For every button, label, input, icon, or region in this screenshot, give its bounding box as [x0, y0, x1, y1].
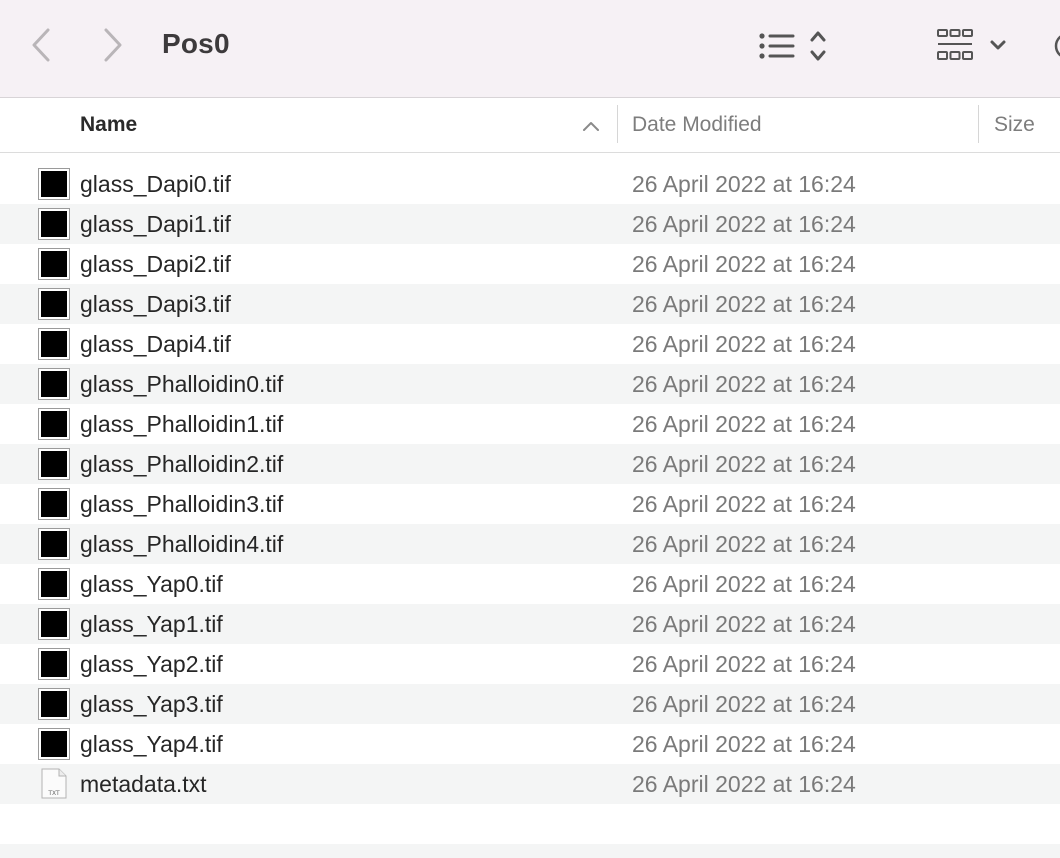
file-name: glass_Phalloidin2.tif	[80, 451, 284, 477]
file-row[interactable]: glass_Dapi2.tif 26 April 2022 at 16:24	[0, 244, 1060, 284]
file-row[interactable]: glass_Phalloidin1.tif 26 April 2022 at 16…	[0, 404, 1060, 444]
sort-ascending-icon[interactable]	[580, 115, 602, 137]
back-button[interactable]	[24, 26, 60, 64]
column-divider[interactable]	[978, 105, 979, 143]
file-date-modified: 26 April 2022 at 16:24	[632, 331, 856, 357]
image-file-icon	[38, 448, 70, 480]
image-file-icon	[38, 248, 70, 280]
toolbar: Pos0	[0, 0, 1060, 98]
file-date-modified: 26 April 2022 at 16:24	[632, 291, 856, 317]
image-file-icon	[38, 288, 70, 320]
file-name: glass_Dapi4.tif	[80, 331, 231, 357]
file-date-modified: 26 April 2022 at 16:24	[632, 171, 856, 197]
up-down-chevron-icon	[810, 31, 826, 61]
file-date-modified: 26 April 2022 at 16:24	[632, 211, 856, 237]
file-name: glass_Phalloidin0.tif	[80, 371, 284, 397]
empty-row	[0, 804, 1060, 844]
more-button[interactable]	[1052, 30, 1060, 62]
text-file-icon-label: TXT	[47, 790, 60, 797]
circle-icon	[1054, 35, 1060, 57]
file-row[interactable]: glass_Yap1.tif 26 April 2022 at 16:24	[0, 604, 1060, 644]
image-file-icon	[38, 208, 70, 240]
file-name: metadata.txt	[80, 771, 207, 797]
file-name: glass_Yap1.tif	[80, 611, 223, 637]
image-file-icon	[38, 528, 70, 560]
file-date-modified: 26 April 2022 at 16:24	[632, 411, 856, 437]
name-column-header[interactable]: Name	[80, 99, 137, 153]
image-file-icon	[38, 688, 70, 720]
image-file-icon	[38, 328, 70, 360]
file-date-modified: 26 April 2022 at 16:24	[632, 691, 856, 717]
file-date-modified: 26 April 2022 at 16:24	[632, 611, 856, 637]
column-divider[interactable]	[617, 105, 618, 143]
image-file-icon	[38, 488, 70, 520]
group-by-button[interactable]	[934, 24, 1014, 68]
file-date-modified: 26 April 2022 at 16:24	[632, 651, 856, 677]
size-column-header[interactable]: Size	[994, 99, 1035, 153]
file-date-modified: 26 April 2022 at 16:24	[632, 571, 856, 597]
file-date-modified: 26 April 2022 at 16:24	[632, 731, 856, 757]
file-name: glass_Dapi0.tif	[80, 171, 231, 197]
file-list: glass_Dapi0.tif 26 April 2022 at 16:24 gla…	[0, 164, 1060, 858]
text-file-icon: TXT	[41, 768, 67, 799]
file-row[interactable]: TXT metadata.txt 26 April 2022 at 16:24	[0, 764, 1060, 804]
file-date-modified: 26 April 2022 at 16:24	[632, 451, 856, 477]
image-file-icon	[38, 568, 70, 600]
view-options-button[interactable]	[756, 26, 836, 66]
file-date-modified: 26 April 2022 at 16:24	[632, 491, 856, 517]
file-row[interactable]: glass_Yap2.tif 26 April 2022 at 16:24	[0, 644, 1060, 684]
file-name: glass_Yap2.tif	[80, 651, 223, 677]
file-row[interactable]: glass_Phalloidin0.tif 26 April 2022 at 16…	[0, 364, 1060, 404]
column-header-row: Name Date Modified Size	[0, 99, 1060, 153]
file-date-modified: 26 April 2022 at 16:24	[632, 251, 856, 277]
file-name: glass_Dapi3.tif	[80, 291, 231, 317]
file-row[interactable]: glass_Dapi4.tif 26 April 2022 at 16:24	[0, 324, 1060, 364]
file-row[interactable]: glass_Dapi3.tif 26 April 2022 at 16:24	[0, 284, 1060, 324]
file-row[interactable]: glass_Dapi0.tif 26 April 2022 at 16:24	[0, 164, 1060, 204]
image-file-icon	[38, 648, 70, 680]
file-row[interactable]: glass_Phalloidin2.tif 26 April 2022 at 16…	[0, 444, 1060, 484]
image-file-icon	[38, 368, 70, 400]
file-date-modified: 26 April 2022 at 16:24	[632, 771, 856, 797]
file-date-modified: 26 April 2022 at 16:24	[632, 371, 856, 397]
file-name: glass_Yap4.tif	[80, 731, 223, 757]
file-date-modified: 26 April 2022 at 16:24	[632, 531, 856, 557]
file-name: glass_Phalloidin4.tif	[80, 531, 284, 557]
file-name: glass_Yap0.tif	[80, 571, 223, 597]
empty-row	[0, 844, 1060, 858]
chevron-down-icon	[990, 40, 1006, 50]
file-name: glass_Phalloidin1.tif	[80, 411, 284, 437]
image-file-icon	[38, 728, 70, 760]
chevron-left-icon	[32, 28, 50, 62]
window-title: Pos0	[162, 28, 230, 59]
file-row[interactable]: glass_Yap3.tif 26 April 2022 at 16:24	[0, 684, 1060, 724]
file-row[interactable]: glass_Phalloidin3.tif 26 April 2022 at 16…	[0, 484, 1060, 524]
image-file-icon	[38, 608, 70, 640]
file-name: glass_Phalloidin3.tif	[80, 491, 284, 517]
file-row[interactable]: glass_Yap0.tif 26 April 2022 at 16:24	[0, 564, 1060, 604]
file-row[interactable]: glass_Phalloidin4.tif 26 April 2022 at 16…	[0, 524, 1060, 564]
file-name: glass_Dapi1.tif	[80, 211, 231, 237]
image-file-icon	[38, 408, 70, 440]
date-modified-column-header[interactable]: Date Modified	[632, 99, 762, 153]
file-name: glass_Yap3.tif	[80, 691, 223, 717]
forward-button[interactable]	[96, 26, 132, 64]
image-file-icon	[38, 168, 70, 200]
icon-grid-icon	[937, 29, 973, 60]
file-name: glass_Dapi2.tif	[80, 251, 231, 277]
file-row[interactable]: glass_Dapi1.tif 26 April 2022 at 16:24	[0, 204, 1060, 244]
file-row[interactable]: glass_Yap4.tif 26 April 2022 at 16:24	[0, 724, 1060, 764]
chevron-right-icon	[104, 28, 122, 62]
